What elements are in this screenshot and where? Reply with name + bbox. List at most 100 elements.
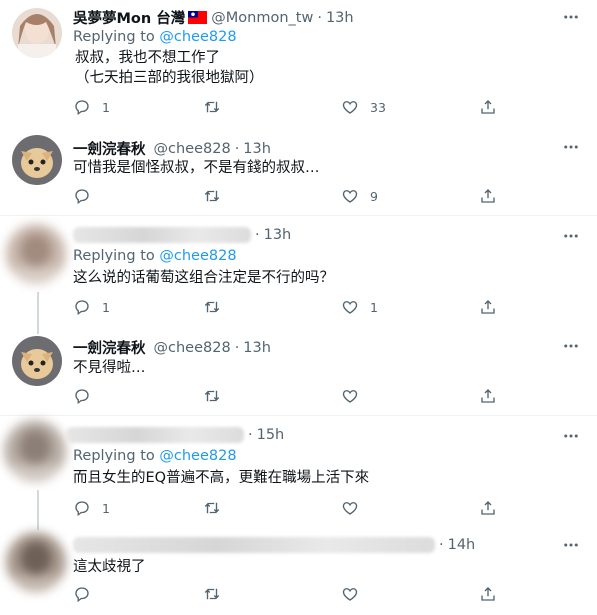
timestamp[interactable]: 15h (257, 427, 285, 443)
timestamp[interactable]: 13h (243, 340, 271, 356)
like-button[interactable] (341, 498, 370, 518)
tweet-text: 可惜我是個怪叔叔，不是有錢的叔叔… (73, 160, 320, 176)
timestamp[interactable]: 14h (448, 537, 476, 553)
avatar[interactable] (12, 135, 62, 185)
like-icon (342, 301, 358, 314)
tweet-2[interactable]: 一劍浣春秋 @chee828 · 13h 可惜我是個怪叔叔，不是有錢的叔叔… 9 (0, 122, 597, 215)
mention-link[interactable]: @chee828 (159, 248, 236, 264)
reply-icon (75, 189, 89, 205)
reply-button[interactable]: 1 (73, 498, 110, 518)
retweet-button[interactable] (203, 584, 232, 604)
reply-button[interactable] (73, 584, 102, 604)
user-handle[interactable]: @chee828 (154, 141, 231, 157)
tweet-actions: 9 (73, 186, 503, 206)
like-icon (342, 502, 358, 515)
redacted-name (73, 227, 251, 243)
retweet-icon (204, 390, 220, 402)
retweet-icon (204, 101, 220, 113)
tweet-6[interactable]: · 14h 這太歧視了 (0, 524, 597, 615)
redacted-name (66, 427, 244, 443)
like-button[interactable]: 33 (341, 97, 386, 117)
like-count: 9 (370, 188, 378, 204)
retweet-button[interactable] (203, 186, 232, 206)
user-handle[interactable]: @Monmon_tw (211, 10, 313, 26)
share-button[interactable] (479, 584, 497, 604)
separator-dot: · (317, 9, 322, 26)
avatar[interactable] (12, 8, 62, 58)
like-count: 1 (370, 299, 378, 315)
timestamp[interactable]: 13h (264, 227, 292, 243)
like-button[interactable] (341, 584, 370, 604)
reply-button[interactable]: 1 (73, 97, 110, 117)
reply-button[interactable] (73, 186, 102, 206)
retweet-button[interactable] (203, 498, 232, 518)
tweet-actions (73, 584, 503, 604)
tweet-actions: 1 (73, 498, 503, 518)
tweet-actions (73, 386, 503, 406)
more-icon[interactable] (562, 8, 580, 26)
tweet-5[interactable]: · 15h Replying to @chee828 而且女生的EQ普遍不高，更… (0, 416, 597, 524)
redacted-name (73, 537, 435, 553)
tweet-actions: 1 1 (73, 297, 503, 317)
separator-dot: · (248, 427, 253, 443)
share-icon (481, 100, 495, 114)
mention-link[interactable]: @chee828 (159, 448, 236, 464)
retweet-button[interactable] (203, 97, 232, 117)
avatar[interactable] (12, 336, 62, 386)
reply-icon (75, 389, 89, 405)
separator-dot: · (234, 339, 240, 356)
separator-dot: · (234, 140, 240, 157)
replying-to-label: Replying to (73, 29, 160, 45)
reply-icon (75, 587, 89, 603)
share-button[interactable] (479, 498, 497, 518)
thread-line (37, 292, 39, 326)
like-button[interactable] (341, 386, 370, 406)
like-icon (342, 390, 358, 403)
separator-dot: · (439, 537, 444, 553)
avatar[interactable] (6, 224, 66, 284)
timestamp[interactable]: 13h (326, 10, 354, 26)
share-icon (481, 189, 495, 203)
reply-icon (75, 300, 89, 316)
more-icon[interactable] (562, 138, 580, 156)
user-handle[interactable]: @chee828 (154, 340, 231, 356)
like-button[interactable]: 9 (341, 186, 378, 206)
more-icon[interactable] (562, 337, 580, 355)
reply-count: 1 (102, 500, 110, 516)
tweet-1[interactable]: 吳夢夢Mon 台灣 @Monmon_tw · 13h Replying to @… (0, 0, 597, 122)
share-button[interactable] (479, 297, 497, 317)
display-name[interactable]: 吳夢夢Mon 台灣 (73, 7, 185, 28)
thread-line (37, 524, 39, 530)
share-button[interactable] (479, 386, 497, 406)
retweet-button[interactable] (203, 386, 232, 406)
share-icon (481, 300, 495, 314)
share-button[interactable] (479, 97, 497, 117)
share-button[interactable] (479, 186, 497, 206)
replying-to: Replying to @chee828 (73, 248, 237, 264)
reply-button[interactable] (73, 386, 102, 406)
separator-dot: · (255, 227, 260, 243)
replying-to: Replying to @chee828 (73, 448, 237, 464)
tweet-3[interactable]: · 13h Replying to @chee828 这么说的话葡萄这组合注定是… (0, 216, 597, 326)
more-icon[interactable] (562, 227, 580, 245)
tweet-actions: 1 33 (73, 97, 503, 117)
avatar[interactable] (6, 532, 66, 592)
retweet-icon (204, 588, 220, 600)
reply-button[interactable]: 1 (73, 297, 110, 317)
retweet-icon (204, 502, 220, 514)
display-name[interactable]: 一劍浣春秋 (73, 337, 146, 358)
more-icon[interactable] (562, 536, 580, 554)
tweet-text: 叔叔，我也不想工作了 （七天拍三部的我很地獄阿） (75, 50, 264, 86)
like-icon (342, 101, 358, 114)
tweet-text: 不見得啦… (73, 360, 146, 376)
share-icon (481, 501, 495, 515)
retweet-button[interactable] (203, 297, 232, 317)
like-button[interactable]: 1 (341, 297, 378, 317)
avatar[interactable] (4, 420, 66, 482)
timestamp[interactable]: 13h (243, 141, 271, 157)
more-icon[interactable] (562, 427, 580, 445)
tweet-4[interactable]: 一劍浣春秋 @chee828 · 13h 不見得啦… (0, 326, 597, 415)
display-name[interactable]: 一劍浣春秋 (73, 138, 146, 159)
reply-icon (75, 501, 89, 517)
mention-link[interactable]: @chee828 (159, 29, 236, 45)
